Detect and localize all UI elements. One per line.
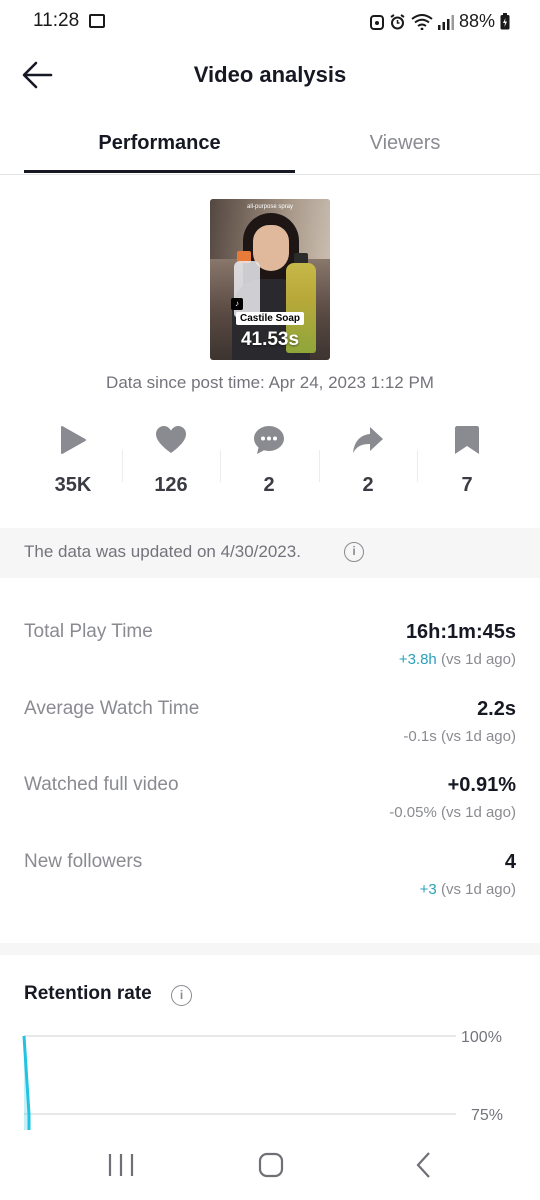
stat-delta-suffix: (vs 1d ago) xyxy=(440,881,516,898)
battery-icon xyxy=(500,13,510,30)
system-nav-bar xyxy=(0,1130,540,1200)
retention-chart: 100% 75% xyxy=(0,1020,540,1130)
stat-delta-value: +3 xyxy=(419,881,437,898)
home-icon xyxy=(258,1152,284,1178)
back-icon xyxy=(416,1152,430,1178)
active-tab-indicator xyxy=(24,170,295,173)
bookmark-icon xyxy=(455,426,479,454)
metric-saves: 7 xyxy=(418,420,516,497)
comment-icon xyxy=(254,426,284,454)
recents-button[interactable] xyxy=(96,1148,146,1182)
signal-icon xyxy=(437,14,454,30)
status-time: 11:28 xyxy=(33,10,80,31)
stat-label: Average Watch Time xyxy=(24,698,200,719)
data-since-text: Data since post time: Apr 24, 2023 1:12 … xyxy=(106,373,434,392)
thumbnail-label: Castile Soap xyxy=(236,312,305,325)
metric-shares: 2 xyxy=(319,420,417,497)
video-duration: 41.53s xyxy=(240,329,300,350)
tab-viewers[interactable]: Viewers xyxy=(295,132,515,155)
video-thumbnail[interactable]: all-purpose spray ♪ Castile Soap 41.53s xyxy=(210,199,330,360)
stat-label: Watched full video xyxy=(24,774,179,795)
stat-new-followers: New followers 4 +3 (vs 1d ago) xyxy=(24,851,516,921)
stat-delta-suffix: (vs 1d ago) xyxy=(440,728,516,745)
heart-icon xyxy=(156,426,186,453)
recents-icon xyxy=(108,1154,134,1176)
status-bar: 11:28 88% xyxy=(0,0,540,44)
stat-delta: -0.1s (vs 1d ago) xyxy=(403,728,516,745)
stat-value: 4 xyxy=(504,851,516,873)
metric-likes: 126 xyxy=(122,420,220,497)
info-icon[interactable]: i xyxy=(344,542,364,562)
page-title: Video analysis xyxy=(193,62,347,87)
stat-delta-value: +3.8h xyxy=(398,651,437,668)
stat-value: +0.91% xyxy=(447,774,516,796)
section-divider xyxy=(0,943,540,955)
image-icon xyxy=(89,14,105,28)
metric-value: 7 xyxy=(461,474,473,496)
stat-value: 2.2s xyxy=(477,698,516,720)
notification-icon xyxy=(369,14,384,30)
tiktok-logo-icon: ♪ xyxy=(231,298,243,310)
stat-total-play-time: Total Play Time 16h:1m:45s +3.8h (vs 1d … xyxy=(24,621,516,691)
metric-comments: 2 xyxy=(220,420,318,497)
stat-delta-suffix: (vs 1d ago) xyxy=(440,804,516,821)
updated-text: The data was updated on 4/30/2023. xyxy=(24,542,301,561)
stat-value: 16h:1m:45s xyxy=(405,621,516,643)
metric-value: 126 xyxy=(154,474,188,496)
tab-performance[interactable]: Performance xyxy=(24,132,295,155)
stat-delta: -0.05% (vs 1d ago) xyxy=(389,804,516,821)
metric-value: 2 xyxy=(362,474,374,496)
stat-watched-full-video: Watched full video +0.91% -0.05% (vs 1d … xyxy=(24,774,516,844)
stat-delta: +3.8h (vs 1d ago) xyxy=(399,651,516,668)
info-icon[interactable]: i xyxy=(171,985,192,1006)
tab-bar: Performance Viewers xyxy=(0,118,540,175)
metric-value: 35K xyxy=(54,474,92,496)
stat-average-watch-time: Average Watch Time 2.2s -0.1s (vs 1d ago… xyxy=(24,698,516,768)
status-icons: 88% xyxy=(369,11,510,32)
y-tick-label-75: 75% xyxy=(471,1107,503,1124)
stat-delta-suffix: (vs 1d ago) xyxy=(440,651,516,668)
stat-label: New followers xyxy=(24,851,143,872)
stat-delta: +3 (vs 1d ago) xyxy=(420,881,516,898)
play-icon xyxy=(61,426,86,454)
share-icon xyxy=(353,427,383,453)
battery-text: 88% xyxy=(458,11,495,31)
y-tick-label-100: 100% xyxy=(461,1029,502,1046)
metric-value: 2 xyxy=(263,474,275,496)
app-header: Video analysis xyxy=(0,50,540,100)
back-nav-button[interactable] xyxy=(398,1148,448,1182)
home-button[interactable] xyxy=(246,1148,296,1182)
wifi-icon xyxy=(411,13,433,30)
stat-delta-value: -0.1s xyxy=(403,728,437,745)
engagement-metrics: 35K 126 2 2 7 xyxy=(24,420,516,510)
retention-chart-svg: 100% 75% xyxy=(22,1029,503,1130)
metric-plays: 35K xyxy=(24,420,122,497)
stat-label: Total Play Time xyxy=(24,621,153,642)
thumbnail-caption: all-purpose spray xyxy=(246,204,294,210)
data-updated-notice: The data was updated on 4/30/2023. i xyxy=(0,528,540,578)
retention-title: Retention rate xyxy=(24,983,152,1004)
alarm-icon xyxy=(390,13,405,29)
stat-delta-value: -0.05% xyxy=(389,804,437,821)
